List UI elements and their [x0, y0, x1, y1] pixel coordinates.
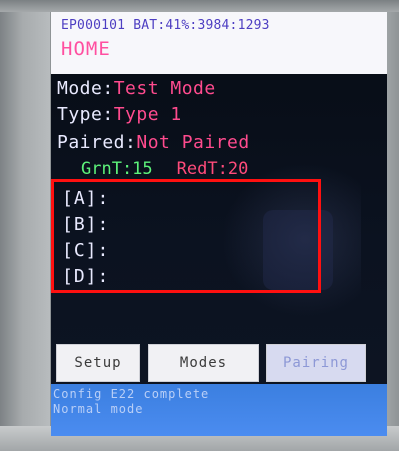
console-area: Config E22 complete Normal mode [51, 384, 387, 436]
setup-button[interactable]: Setup [56, 344, 140, 382]
paired-label: Paired: [57, 132, 137, 153]
page-title: HOME [61, 38, 111, 60]
channel-b: [B]: [62, 214, 110, 235]
red-timer: RedT:20 [176, 159, 249, 179]
mode-value: Test Mode [113, 78, 216, 99]
channel-c: [C]: [62, 240, 110, 261]
type-row: Type:Type 1 [57, 104, 182, 125]
mode-label: Mode: [57, 78, 114, 99]
status-line: EP000101 BAT:41%:3984:1293 [61, 18, 270, 33]
device-bezel-left [0, 0, 50, 451]
channel-a: [A]: [62, 188, 110, 209]
type-value: Type 1 [113, 104, 182, 125]
type-label: Type: [57, 104, 114, 125]
lcd-screen: EP000101 BAT:41%:3984:1293 HOME Mode:Tes… [51, 12, 387, 436]
paired-row: Paired:Not Paired [57, 132, 250, 153]
pairing-button[interactable]: Pairing [266, 344, 366, 382]
channel-highlight-box: [A]: [B]: [C]: [D]: [51, 179, 321, 293]
screen-header: EP000101 BAT:41%:3984:1293 HOME [51, 12, 387, 74]
modes-button[interactable]: Modes [148, 344, 259, 382]
paired-value: Not Paired [136, 132, 250, 153]
device-bezel-top [0, 0, 399, 12]
timers-row: GrnT:15 RedT:20 [81, 159, 248, 179]
console-line: Normal mode [53, 402, 144, 416]
mode-row: Mode:Test Mode [57, 78, 216, 99]
green-timer: GrnT:15 [81, 159, 153, 179]
channel-d: [D]: [62, 266, 110, 287]
console-line: Config E22 complete [53, 387, 210, 401]
